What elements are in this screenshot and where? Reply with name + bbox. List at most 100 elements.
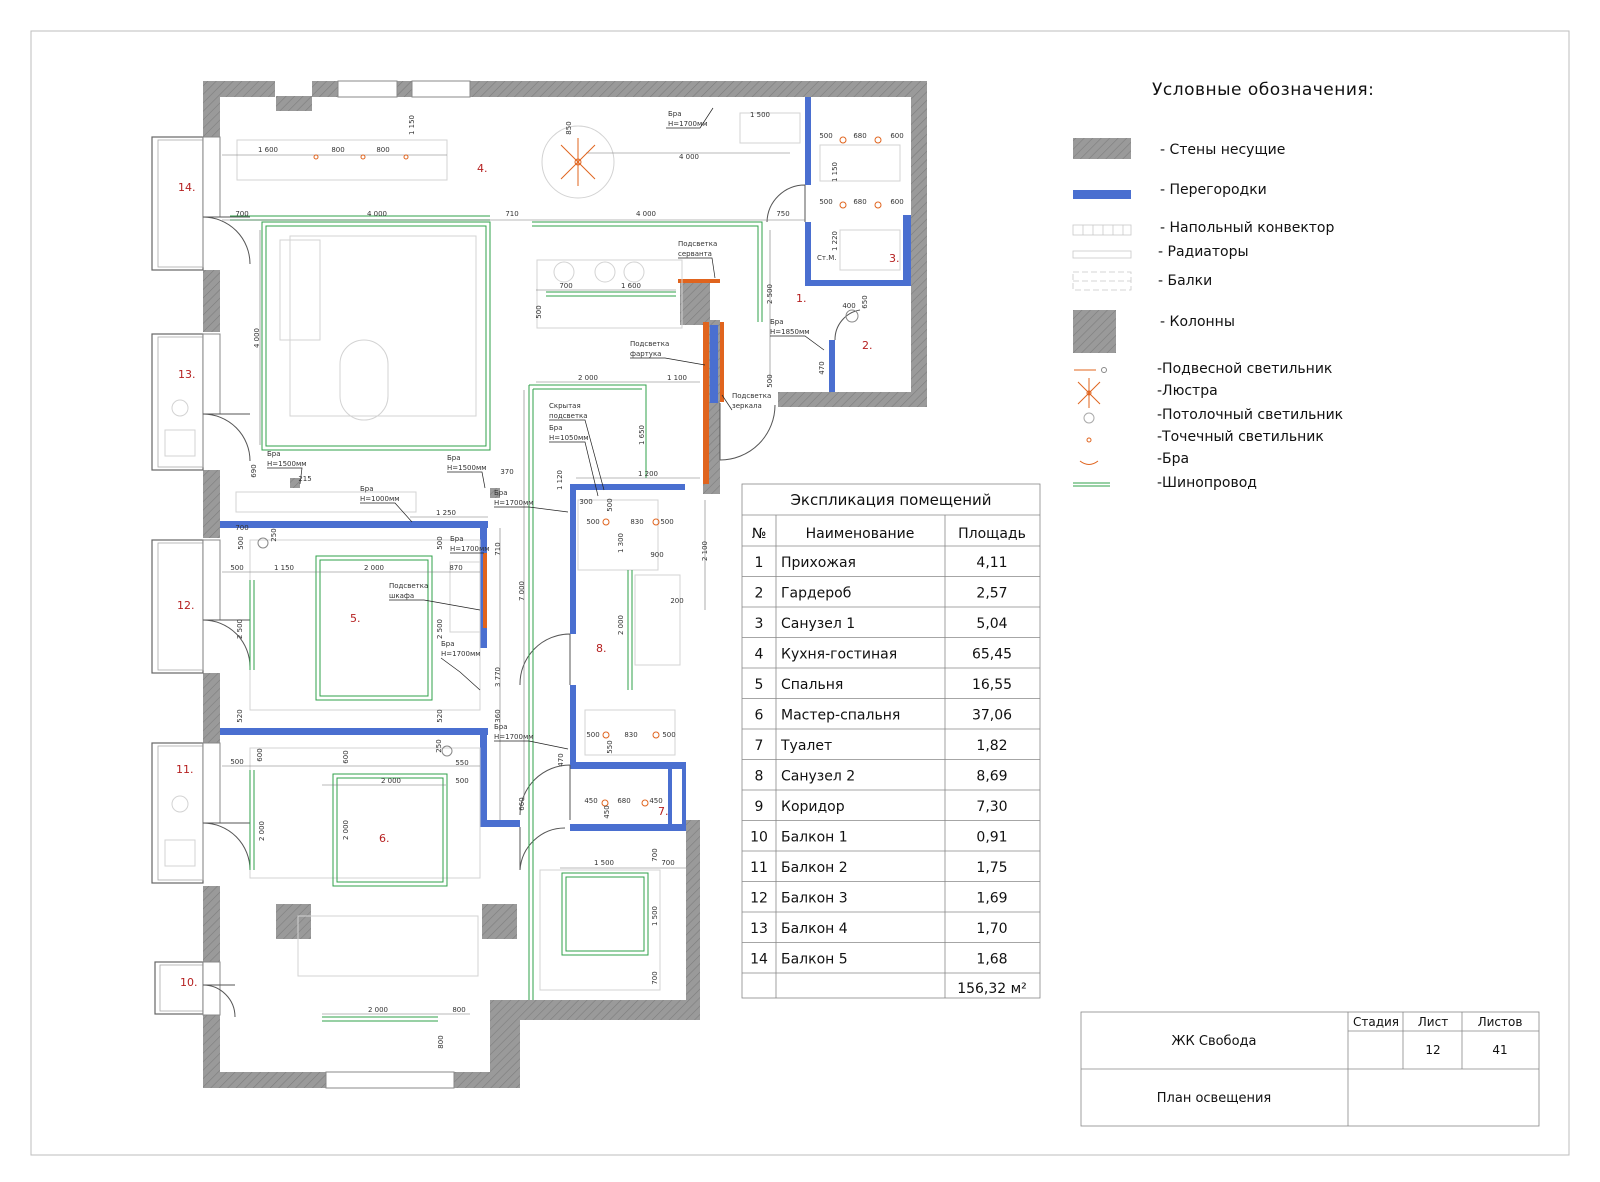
dimension-label: 2 000 xyxy=(364,564,384,572)
explication-cell-area: 5,04 xyxy=(976,616,1007,632)
plan-note: Подсветка xyxy=(389,582,428,590)
legend-partition-swatch xyxy=(1073,190,1131,199)
dimension-label: 400 xyxy=(842,302,855,310)
plan-note: фартука xyxy=(630,350,661,358)
explication-cell-name: Кухня-гостиная xyxy=(781,647,897,663)
spot-light-icon xyxy=(1086,437,1092,443)
plan-note: Н=1700мм xyxy=(494,733,534,741)
stamp-sheet-title: План освещения xyxy=(1157,1091,1271,1106)
dimension-label: 500 xyxy=(535,305,543,318)
legend: Условные обозначения: - Стены несущие - … xyxy=(1072,80,1374,491)
legend-beam-swatch xyxy=(1072,271,1132,291)
dimension-label: 520 xyxy=(236,709,244,722)
room-number: 1. xyxy=(796,292,807,305)
dimension-label: 2 500 xyxy=(766,284,774,304)
room-number: 10. xyxy=(180,976,198,989)
dimension-label: 2 500 xyxy=(436,619,444,639)
legend-wall-swatch xyxy=(1073,138,1131,159)
room-number: 8. xyxy=(596,642,607,655)
explication-cell-number: 7 xyxy=(755,738,764,754)
explication-cell-name: Санузел 1 xyxy=(781,616,855,632)
dimension-label: 550 xyxy=(455,759,468,767)
plan-note: Бра xyxy=(360,485,374,493)
plan-note: Скрытая xyxy=(549,402,581,410)
dimension-label: 7 000 xyxy=(518,581,526,601)
explication-cell-area: 1,75 xyxy=(976,860,1007,876)
room-number: 7. xyxy=(658,805,669,818)
plan-note: Подсветка xyxy=(732,392,771,400)
dimension-label: 500 xyxy=(606,498,614,511)
explication-cell-name: Спальня xyxy=(781,677,843,693)
explication-cell-name: Балкон 4 xyxy=(781,921,848,937)
stamp-sheets-total: 41 xyxy=(1492,1043,1507,1057)
explication-cell-name: Санузел 2 xyxy=(781,769,855,785)
dimension-label: 690 xyxy=(250,464,258,477)
plan-note: Н=1700мм xyxy=(450,545,490,553)
explication-cell-name: Прихожая xyxy=(781,555,856,571)
explication-cell-name: Балкон 2 xyxy=(781,860,848,876)
legend-column-swatch xyxy=(1073,310,1116,353)
dimension-label: 700 xyxy=(661,859,674,867)
explication-title: Экспликация помещений xyxy=(790,491,991,509)
dimension-label: 660 xyxy=(518,797,526,810)
plan-note: Н=1000мм xyxy=(360,495,400,503)
explication-total: 156,32 м² xyxy=(957,981,1027,997)
room-number: 6. xyxy=(379,832,390,845)
dimension-label: 450 xyxy=(584,797,597,805)
room-number: 14. xyxy=(178,181,196,194)
dimension-label: 830 xyxy=(630,518,643,526)
dimension-label: 360 xyxy=(494,709,502,722)
dimension-label: 2 500 xyxy=(236,619,244,639)
explication-cell-area: 65,45 xyxy=(972,647,1012,663)
explication-cell-area: 8,69 xyxy=(976,769,1007,785)
dimension-label: 1 300 xyxy=(617,533,625,553)
dimension-label: 500 xyxy=(237,536,245,549)
dimension-label: 680 xyxy=(853,132,866,140)
explication-cell-number: 11 xyxy=(750,860,768,876)
legend-label-floor-convector: - Напольный конвектор xyxy=(1160,220,1334,236)
dimension-label: 710 xyxy=(494,542,502,555)
legend-label-ceiling: -Потолочный светильник xyxy=(1157,407,1343,423)
room-number: 3. xyxy=(889,252,900,265)
plan-note: Бра xyxy=(450,535,464,543)
dimension-label: 700 xyxy=(559,282,572,290)
dimension-label: 3 770 xyxy=(494,667,502,687)
explication-cell-name: Мастер-спальня xyxy=(781,708,900,724)
dimension-label: 500 xyxy=(819,132,832,140)
explication-cell-number: 5 xyxy=(755,677,764,693)
explication-cell-area: 1,70 xyxy=(976,921,1007,937)
plan-note: Подсветка xyxy=(630,340,669,348)
chandelier-legend-icon xyxy=(1077,378,1101,408)
dimension-label: 1 220 xyxy=(831,231,839,251)
explication-cell-name: Балкон 5 xyxy=(781,952,848,968)
dimension-label: 500 xyxy=(766,374,774,387)
dimension-label: 500 xyxy=(819,198,832,206)
plan-note: Бра xyxy=(668,110,682,118)
plan-note: Н=1700мм xyxy=(668,120,708,128)
explication-cell-number: 13 xyxy=(750,921,768,937)
dimension-label: 1 600 xyxy=(621,282,641,290)
stamp-sheet-number: 12 xyxy=(1425,1043,1440,1057)
explication-cell-area: 1,69 xyxy=(976,891,1007,907)
explication-header-number: № xyxy=(752,526,767,542)
plan-note: Н=1850мм xyxy=(770,328,810,336)
dimension-label: 1 500 xyxy=(594,859,614,867)
plan-note: Н=1700мм xyxy=(494,499,534,507)
explication-cell-area: 1,82 xyxy=(976,738,1007,754)
dimension-label: 500 xyxy=(586,731,599,739)
explication-cell-number: 1 xyxy=(755,555,764,571)
dimension-label: 500 xyxy=(455,777,468,785)
plan-note: Бра xyxy=(267,450,281,458)
dimension-label: 1 600 xyxy=(258,146,278,154)
sconce-icon xyxy=(1079,460,1099,465)
room-number: 13. xyxy=(178,368,196,381)
dimension-label: 700 xyxy=(235,524,248,532)
explication-cell-number: 14 xyxy=(750,952,768,968)
plan-note: подсветка xyxy=(549,412,588,420)
dimension-label: 700 xyxy=(651,971,659,984)
dimension-label: 750 xyxy=(776,210,789,218)
legend-label-radiators: - Радиаторы xyxy=(1158,244,1249,260)
dimension-label: 500 xyxy=(230,564,243,572)
dimension-label: 800 xyxy=(452,1006,465,1014)
dimension-label: 700 xyxy=(651,848,659,861)
